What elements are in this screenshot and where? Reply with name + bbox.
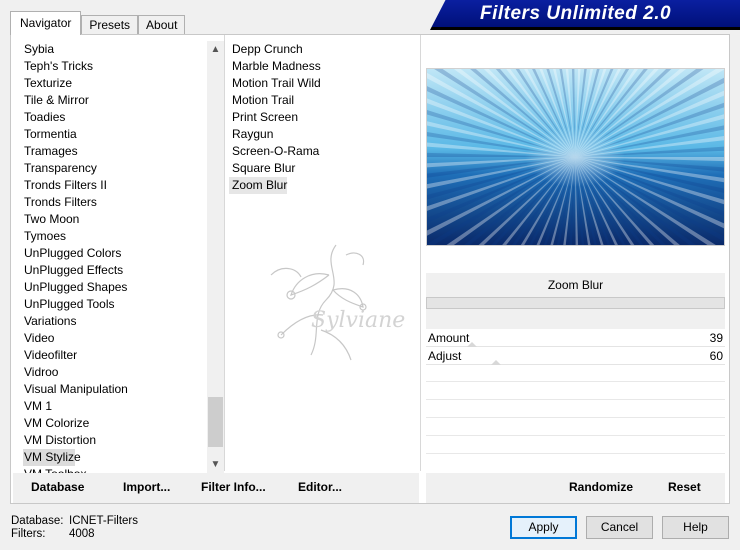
help-button[interactable]: Help (662, 516, 729, 539)
navigator-toolbar: Database Import... Filter Info... Editor… (13, 473, 419, 503)
filter-info-button[interactable]: Filter Info... (201, 480, 266, 494)
filter-item[interactable]: Motion Trail (229, 92, 419, 109)
category-item[interactable]: VM Toolbox (23, 466, 207, 473)
tab-strip: Navigator Presets About (10, 11, 186, 35)
database-label: Database: (11, 515, 64, 527)
category-list[interactable]: Sybia Teph's Tricks Texturize Tile & Mirror… (21, 41, 208, 473)
cancel-button[interactable]: Cancel (586, 516, 653, 539)
filter-item[interactable]: Depp Crunch (229, 41, 419, 58)
tab-about[interactable]: About (138, 15, 186, 35)
category-item[interactable]: UnPlugged Effects (23, 262, 207, 279)
category-item[interactable]: Video (23, 330, 207, 347)
category-item[interactable]: VM Colorize (23, 415, 207, 432)
scroll-up-icon[interactable]: ▲ (207, 41, 224, 58)
filter-list[interactable]: Depp Crunch Marble Madness Motion Trail Wi… (229, 41, 419, 194)
randomize-button[interactable]: Randomize (569, 480, 633, 494)
category-item[interactable]: Sybia (23, 41, 207, 58)
category-item[interactable]: VM Distortion (23, 432, 207, 449)
filter-item[interactable]: Screen-O-Rama (229, 143, 419, 160)
param-value: 60 (709, 349, 723, 363)
divider (224, 35, 225, 471)
import-button[interactable]: Import... (123, 480, 170, 494)
filter-item[interactable]: Marble Madness (229, 58, 419, 75)
category-item[interactable]: Tronds Filters II (23, 177, 207, 194)
category-item[interactable]: Tile & Mirror (23, 92, 207, 109)
filter-toolbar: Randomize Reset (426, 473, 725, 503)
category-item[interactable]: Tymoes (23, 228, 207, 245)
navigator-panel: Sybia Teph's Tricks Texturize Tile & Mirror… (10, 34, 730, 504)
param-adjust[interactable]: Adjust 60 (426, 347, 725, 365)
database-value: ICNET-Filters (69, 515, 138, 527)
category-item[interactable]: Videofilter (23, 347, 207, 364)
watermark-text: Sylviane (311, 308, 405, 333)
category-item[interactable]: Tronds Filters (23, 194, 207, 211)
category-item[interactable]: Variations (23, 313, 207, 330)
param-amount[interactable]: Amount 39 (426, 329, 725, 347)
scroll-thumb[interactable] (208, 397, 223, 447)
filter-item[interactable]: Print Screen (229, 109, 419, 126)
category-item[interactable]: Toadies (23, 109, 207, 126)
filters-label: Filters: (11, 528, 46, 540)
filter-item[interactable]: Raygun (229, 126, 419, 143)
param-slot (426, 419, 725, 436)
category-item[interactable]: UnPlugged Colors (23, 245, 207, 262)
editor-button[interactable]: Editor... (298, 480, 342, 494)
category-item[interactable]: Two Moon (23, 211, 207, 228)
filter-item[interactable]: Motion Trail Wild (229, 75, 419, 92)
reset-button[interactable]: Reset (668, 480, 701, 494)
category-item[interactable]: VM 1 (23, 398, 207, 415)
param-slot (426, 383, 725, 400)
category-item[interactable]: Vidroo (23, 364, 207, 381)
category-item[interactable]: Transparency (23, 160, 207, 177)
category-scrollbar[interactable]: ▲ ▼ (207, 41, 224, 473)
filters-count: 4008 (69, 528, 95, 540)
category-item[interactable]: Visual Manipulation (23, 381, 207, 398)
filter-name-header: Zoom Blur (426, 273, 725, 297)
filter-item[interactable]: Zoom Blur (229, 177, 287, 194)
filter-item[interactable]: Square Blur (229, 160, 419, 177)
tab-presets[interactable]: Presets (81, 15, 139, 35)
filter-progress-bar (426, 297, 725, 309)
param-slot (426, 437, 725, 454)
banner-title: Filters Unlimited 2.0 (480, 3, 672, 24)
param-slot (426, 401, 725, 418)
category-item[interactable]: Tramages (23, 143, 207, 160)
scroll-down-icon[interactable]: ▼ (207, 456, 224, 473)
watermark-logo: Sylviane (251, 235, 421, 375)
category-item[interactable]: UnPlugged Shapes (23, 279, 207, 296)
param-label: Adjust (428, 349, 462, 363)
apply-button[interactable]: Apply (510, 516, 577, 539)
category-item[interactable]: VM Stylize (23, 449, 81, 466)
database-info: Database: ICNET-Filters Filters: 4008 (11, 515, 138, 541)
param-slot (426, 365, 725, 382)
param-value: 39 (709, 331, 723, 345)
preview-image (426, 68, 725, 246)
category-item[interactable]: Teph's Tricks (23, 58, 207, 75)
database-button[interactable]: Database (31, 480, 84, 494)
category-item[interactable]: UnPlugged Tools (23, 296, 207, 313)
param-label: Amount (428, 331, 470, 345)
tab-navigator[interactable]: Navigator (10, 11, 82, 35)
category-item[interactable]: Texturize (23, 75, 207, 92)
category-item[interactable]: Tormentia (23, 126, 207, 143)
